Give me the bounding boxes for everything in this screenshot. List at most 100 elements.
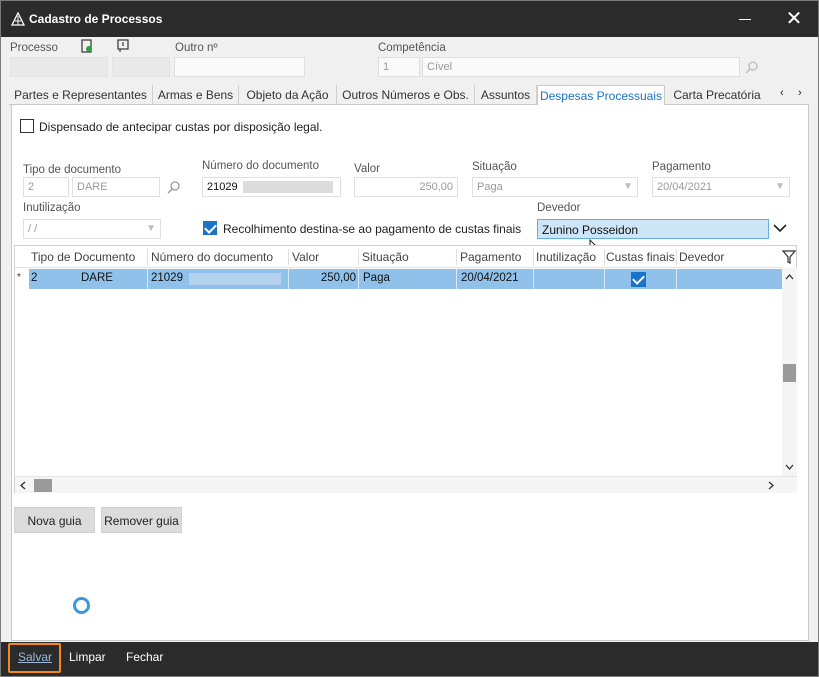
cell-numero: 21029 [151, 272, 183, 284]
cell-divider [147, 269, 148, 289]
competencia-name-field[interactable]: Cível [422, 57, 740, 77]
competencia-code-field[interactable]: 1 [378, 57, 420, 77]
cell-divider [604, 269, 605, 289]
scrollbar-thumb[interactable] [34, 479, 52, 492]
inutilizacao-label: Inutilização [23, 202, 81, 214]
chevron-down-icon: ▼ [775, 181, 785, 192]
pagamento-label: Pagamento [652, 161, 711, 173]
inutilizacao-value: / / [28, 223, 38, 235]
cell-tipo-code: 2 [31, 272, 38, 284]
tab-partes-representantes[interactable]: Partes e Representantes [9, 85, 153, 105]
column-divider [604, 249, 605, 265]
col-situacao[interactable]: Situação [362, 250, 454, 264]
tab-objeto-acao[interactable]: Objeto da Ação [239, 85, 337, 105]
processo-suffix-field[interactable] [112, 57, 170, 77]
close-button[interactable]: ✕ [779, 7, 809, 31]
redacted-block [242, 181, 333, 194]
process-header: Processo Outro nº Competência 1 Cível [1, 37, 818, 85]
vertical-scrollbar[interactable] [782, 268, 797, 476]
pagamento-date-field[interactable]: 20/04/2021 ▼ [652, 177, 790, 197]
cell-custas-finais-checkbox[interactable] [631, 272, 646, 287]
devedor-select[interactable]: Zunino Posseidon [537, 219, 769, 239]
valor-field[interactable]: 250,00 [354, 177, 458, 197]
redacted-block [189, 273, 281, 285]
tipo-search-icon[interactable] [167, 180, 181, 194]
grid-header: Tipo de Documento Número do documento Va… [15, 246, 796, 268]
search-icon[interactable] [745, 60, 759, 74]
column-divider [456, 249, 457, 265]
tab-scroll-right-icon[interactable]: › [798, 87, 802, 99]
cell-situacao: Paga [363, 272, 390, 284]
pagamento-value: 20/04/2021 [657, 181, 713, 193]
outro-numero-field[interactable] [174, 57, 305, 77]
window-title: Cadastro de Processos [29, 12, 163, 26]
table-row[interactable]: 2 DARE 21029 250,00 Paga 20/04/2021 [29, 269, 782, 289]
chevron-down-icon: ▼ [146, 223, 156, 234]
tab-carta-precatoria[interactable]: Carta Precatória [665, 85, 769, 105]
footer-bar: Salvar Limpar Fechar [1, 642, 818, 676]
col-custas-finais[interactable]: Custas finais [606, 250, 676, 264]
tipo-code-field[interactable]: 2 [23, 177, 69, 197]
tab-despesas-processuais[interactable]: Despesas Processuais [537, 85, 665, 106]
cell-tipo-name: DARE [81, 272, 113, 284]
competencia-label: Competência [378, 42, 446, 54]
cell-divider [358, 269, 359, 289]
col-tipo-documento[interactable]: Tipo de Documento [31, 250, 145, 264]
scroll-up-icon[interactable] [785, 274, 794, 280]
filter-icon[interactable] [782, 250, 796, 264]
app-logo-icon [11, 12, 25, 26]
column-divider [147, 249, 148, 265]
notes-icon[interactable] [117, 39, 129, 53]
col-pagamento[interactable]: Pagamento [460, 250, 532, 264]
col-devedor[interactable]: Devedor [679, 250, 769, 264]
scroll-right-icon[interactable] [768, 481, 774, 490]
scroll-down-icon[interactable] [785, 464, 794, 470]
salvar-button[interactable]: Salvar [18, 650, 52, 664]
cell-divider [533, 269, 534, 289]
recolhimento-checkbox[interactable] [203, 221, 217, 235]
minimize-button[interactable] [731, 7, 759, 31]
nova-guia-button[interactable]: Nova guia [14, 507, 95, 533]
devedor-label: Devedor [537, 202, 581, 214]
cell-pagamento: 20/04/2021 [461, 272, 519, 284]
column-divider [533, 249, 534, 265]
numero-documento-field[interactable]: 21029 [202, 177, 341, 197]
new-document-icon[interactable] [81, 39, 93, 53]
column-divider [358, 249, 359, 265]
situacao-select[interactable]: Paga ▼ [472, 177, 638, 197]
tab-bar: Partes e Representantes Armas e Bens Obj… [9, 85, 809, 106]
process-registration-window: Cadastro de Processos ✕ Processo Outro n… [0, 0, 819, 677]
processo-number-field[interactable] [10, 57, 108, 77]
numero-documento-label: Número do documento [202, 160, 319, 172]
loading-spinner-icon [73, 597, 90, 614]
tab-assuntos[interactable]: Assuntos [475, 85, 537, 105]
tab-outros-numeros[interactable]: Outros Números e Obs. [337, 85, 475, 105]
fechar-button[interactable]: Fechar [126, 650, 163, 664]
scroll-left-icon[interactable] [20, 481, 26, 490]
chevron-down-icon: ▼ [623, 181, 633, 192]
devedor-dropdown-icon[interactable] [772, 221, 788, 235]
tab-scroll-left-icon[interactable]: ‹ [780, 87, 784, 99]
numero-documento-value: 21029 [207, 181, 238, 193]
despesas-grid: Tipo de Documento Número do documento Va… [14, 245, 797, 493]
column-divider [288, 249, 289, 265]
col-inutilizacao[interactable]: Inutilização [536, 250, 602, 264]
col-numero-documento[interactable]: Número do documento [151, 250, 285, 264]
valor-label: Valor [354, 163, 380, 175]
title-bar: Cadastro de Processos ✕ [1, 1, 818, 37]
recolhimento-label: Recolhimento destina-se ao pagamento de … [223, 222, 522, 236]
cell-divider [676, 269, 677, 289]
dispensado-checkbox[interactable] [20, 119, 34, 133]
col-valor[interactable]: Valor [292, 250, 356, 264]
scrollbar-thumb[interactable] [783, 364, 796, 382]
outro-numero-label: Outro nº [175, 42, 218, 54]
new-row-marker: * [17, 272, 21, 283]
tab-armas-bens[interactable]: Armas e Bens [153, 85, 239, 105]
limpar-button[interactable]: Limpar [69, 650, 106, 664]
processo-label: Processo [10, 42, 58, 54]
tipo-documento-label: Tipo de documento [23, 164, 122, 176]
horizontal-scrollbar[interactable] [15, 476, 797, 493]
remover-guia-button[interactable]: Remover guia [101, 507, 182, 533]
tipo-name-field[interactable]: DARE [72, 177, 160, 197]
inutilizacao-date-field[interactable]: / / ▼ [23, 219, 161, 239]
